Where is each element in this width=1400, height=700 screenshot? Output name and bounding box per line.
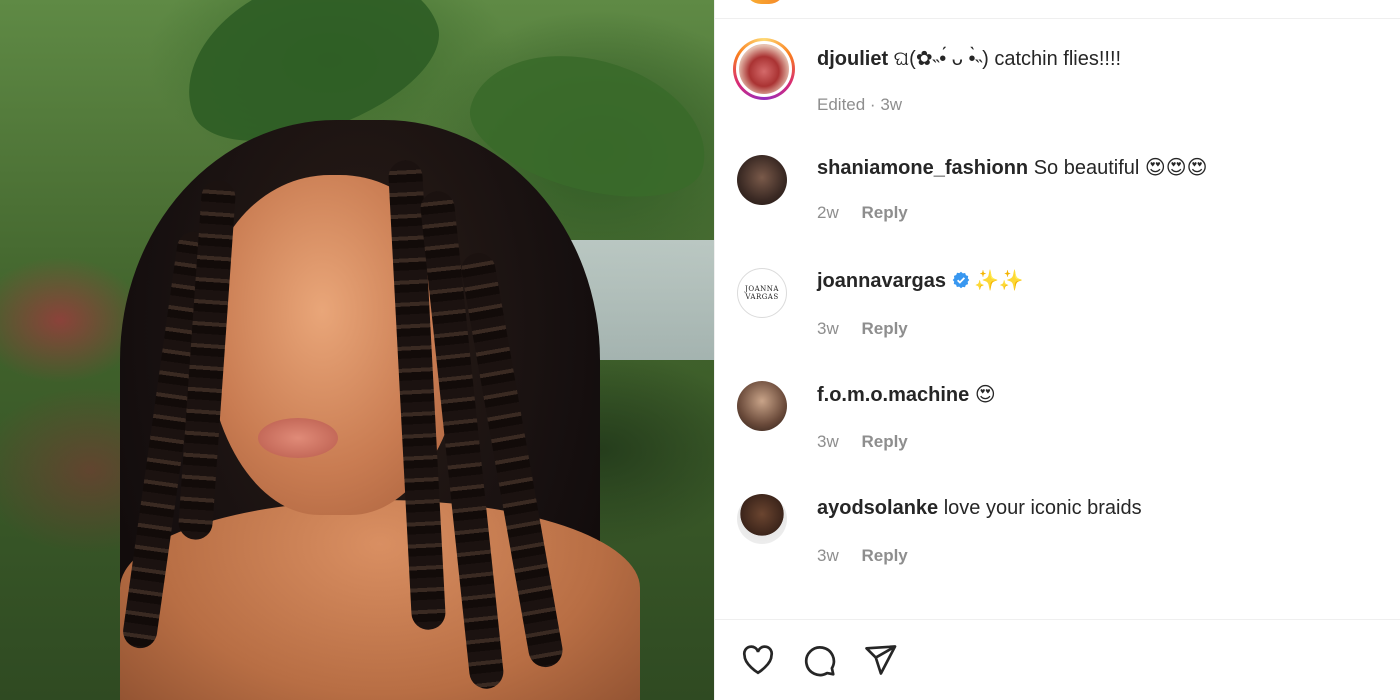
commenter-avatar[interactable] [737, 381, 787, 431]
comment-username[interactable]: ayodsolanke [817, 497, 938, 519]
comment-meta: 2w Reply [817, 203, 908, 223]
comment-body: ✨✨ [973, 270, 1024, 292]
comment-time[interactable]: 3w [817, 319, 839, 338]
comment-text: shaniamone_fashionn So beautiful 😍😍😍 [817, 156, 1377, 180]
verified-badge-icon [952, 271, 970, 295]
commenter-avatar[interactable]: JOANNA VARGAS [737, 268, 787, 318]
header-avatar[interactable] [745, 0, 785, 4]
author-avatar[interactable] [733, 38, 795, 100]
reply-button[interactable]: Reply [861, 546, 907, 565]
share-icon[interactable] [860, 640, 900, 680]
heart-icon[interactable] [738, 640, 778, 680]
comment-meta: 3w Reply [817, 319, 908, 339]
comment-username[interactable]: joannavargas [817, 270, 946, 292]
comment-text: f.o.m.o.machine 😍 [817, 383, 1377, 407]
caption-time[interactable]: 3w [880, 95, 902, 114]
comment-meta: 3w Reply [817, 432, 908, 452]
comment-username[interactable]: f.o.m.o.machine [817, 384, 969, 406]
comment-body: So beautiful 😍😍😍 [1033, 157, 1208, 179]
comment-icon[interactable] [799, 640, 839, 680]
comment-text: joannavargas ✨✨ [817, 269, 1377, 295]
commenter-avatar[interactable] [737, 494, 787, 544]
avatar-logo-text: JOANNA VARGAS [745, 285, 779, 301]
comment-time[interactable]: 2w [817, 203, 839, 222]
commenter-avatar[interactable] [737, 155, 787, 205]
reply-button[interactable]: Reply [861, 319, 907, 338]
reply-button[interactable]: Reply [861, 432, 907, 451]
caption-body: ଘ(✿˵•́ ᴗ •̀˵) catchin flies!!!! [893, 48, 1122, 70]
header-strip [715, 0, 1400, 19]
caption-meta: Edited · 3w [817, 95, 903, 114]
comments-panel: djouliet ଘ(✿˵•́ ᴗ •̀˵) catchin flies!!!!… [714, 0, 1400, 700]
comment-text: ayodsolanke love your iconic braids [817, 496, 1377, 520]
post-photo [0, 0, 714, 700]
comment-meta: 3w Reply [817, 546, 908, 566]
edited-label: Edited [817, 95, 866, 114]
comment-time[interactable]: 3w [817, 546, 839, 565]
author-username[interactable]: djouliet [817, 48, 888, 70]
caption-text: djouliet ଘ(✿˵•́ ᴗ •̀˵) catchin flies!!!! [817, 47, 1377, 71]
comment-username[interactable]: shaniamone_fashionn [817, 157, 1028, 179]
lips-shape [258, 418, 338, 458]
reply-button[interactable]: Reply [861, 203, 907, 222]
comment-body: 😍 [974, 384, 996, 406]
comment-time[interactable]: 3w [817, 432, 839, 451]
action-bar [715, 619, 1400, 700]
comment-body: love your iconic braids [943, 497, 1142, 519]
